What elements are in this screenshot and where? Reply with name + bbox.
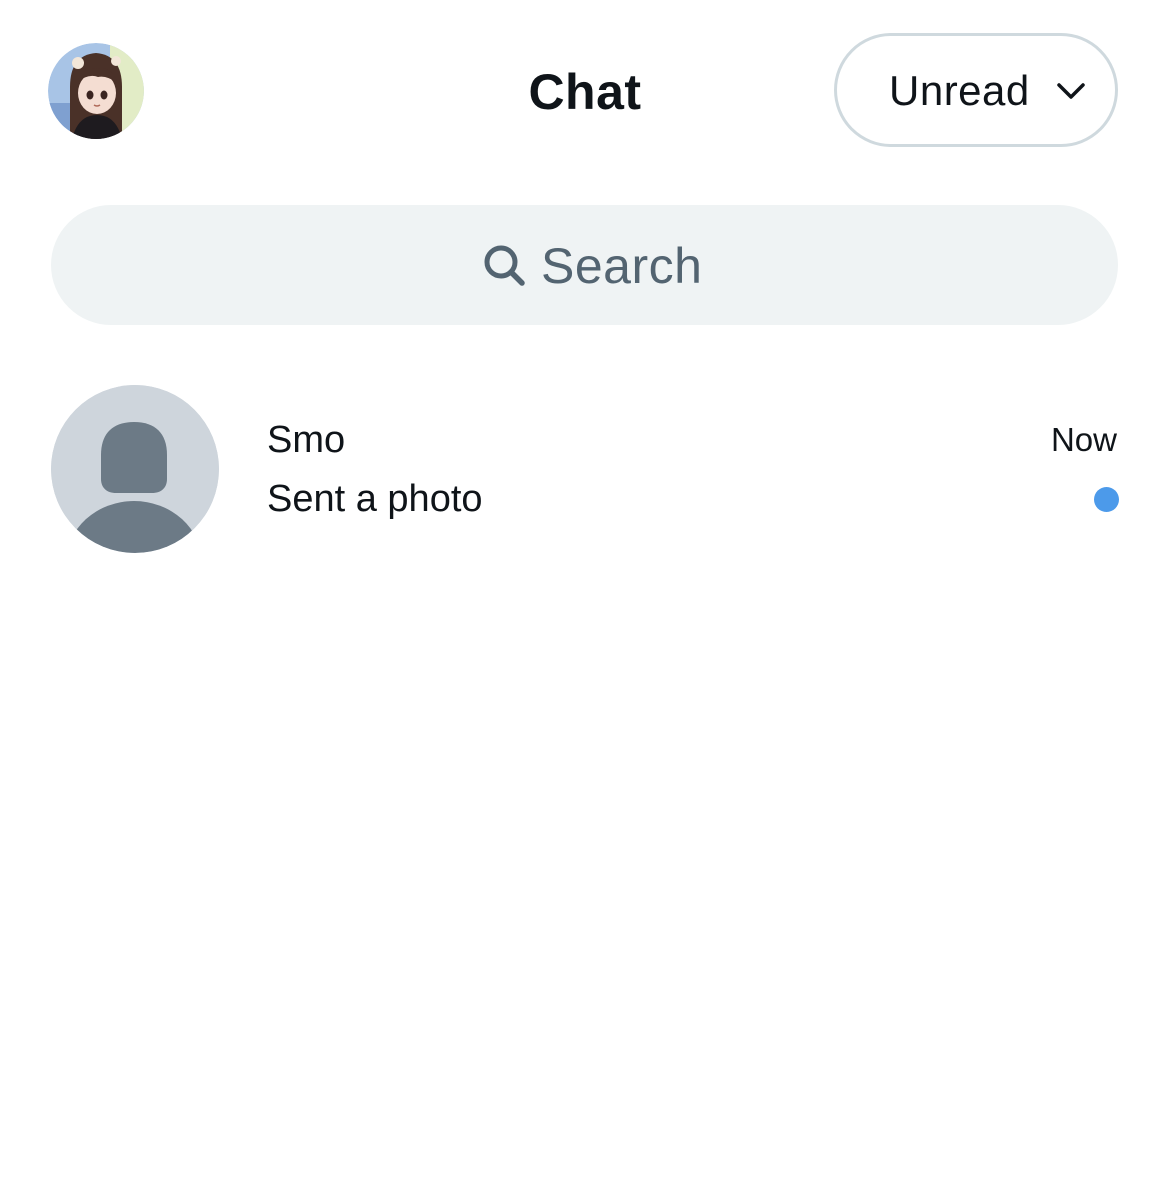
filter-label: Unread xyxy=(889,67,1030,114)
conversation-preview: Sent a photo xyxy=(267,478,483,520)
default-person-icon xyxy=(51,385,219,553)
conversation-avatar xyxy=(51,385,219,553)
top-bar: Chat Unread xyxy=(0,0,1170,180)
conversation-name: Smo xyxy=(267,419,346,461)
search-placeholder: Search xyxy=(541,238,703,294)
unread-indicator xyxy=(1094,487,1119,512)
conversation-timestamp: Now xyxy=(1050,421,1117,458)
search-icon xyxy=(484,245,525,286)
conversation-row[interactable]: Smo Sent a photo Now xyxy=(0,370,1170,570)
filter-dropdown-button[interactable]: Unread xyxy=(834,33,1118,147)
search-input[interactable]: Search xyxy=(51,205,1118,325)
chevron-down-icon xyxy=(1057,83,1085,99)
